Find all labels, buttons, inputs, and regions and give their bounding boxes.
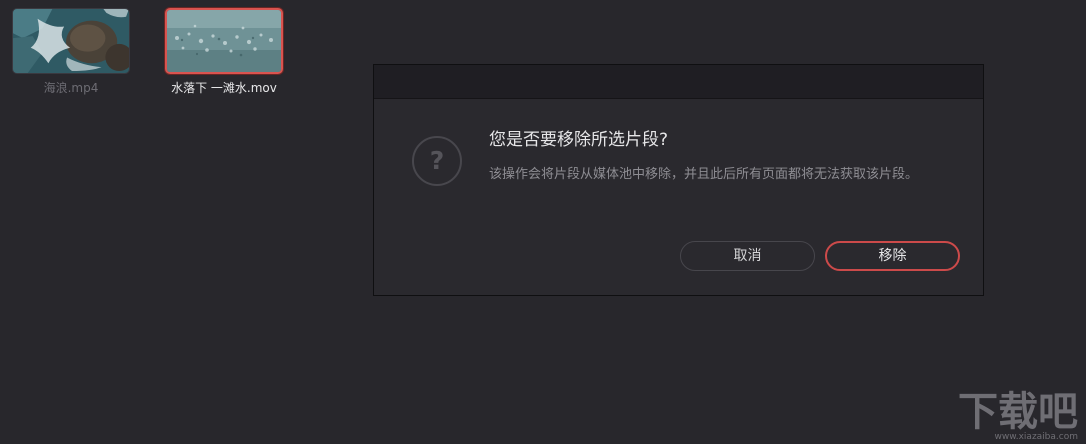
media-pool-view: { "media_pool": { "clips": [ { "name": "… (0, 0, 1086, 444)
clip-name-label: 海浪.mp4 (43, 81, 99, 95)
dialog-titlebar[interactable] (374, 65, 983, 99)
clip-thumbnail-waves[interactable] (12, 8, 130, 74)
remove-button[interactable]: 移除 (825, 241, 960, 271)
watermark: 下载吧 www.xiazaiba.com (958, 391, 1078, 442)
dialog-heading: 您是否要移除所选片段? (489, 130, 669, 150)
question-mark-icon: ? (412, 136, 462, 186)
dialog-message: 该操作会将片段从媒体池中移除，并且此后所有页面都将无法获取该片段。 (489, 167, 919, 182)
cancel-button[interactable]: 取消 (680, 241, 815, 271)
clip-name-label: 水落下 一滩水.mov (171, 81, 277, 95)
clip-thumbnail-image (167, 10, 281, 72)
clip-thumbnail-water[interactable] (165, 8, 283, 74)
clip-thumbnail-image (13, 9, 129, 73)
watermark-logo: 下载吧 (958, 389, 1078, 435)
remove-clip-dialog: ? 您是否要移除所选片段? 该操作会将片段从媒体池中移除，并且此后所有页面都将无… (373, 64, 984, 296)
